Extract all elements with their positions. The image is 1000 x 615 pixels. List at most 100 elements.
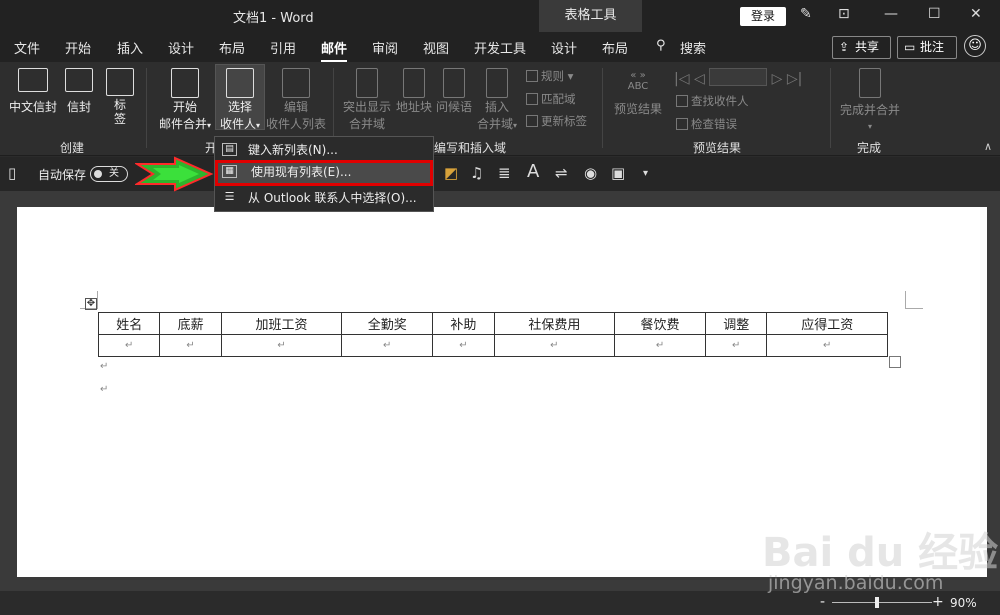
tab-review[interactable]: 审阅	[372, 38, 398, 57]
greeting-line-button[interactable]: 问候语	[434, 68, 474, 115]
tab-mailings[interactable]: 邮件	[321, 38, 348, 63]
table-cell[interactable]: 餐饮费	[614, 312, 707, 335]
menu-item-use-existing-list[interactable]: ▦ 使用现有列表(E)...	[215, 160, 433, 186]
preview-results-button[interactable]: « » ABC 预览结果	[613, 70, 663, 117]
table-tools-context-tab[interactable]: 表格工具	[539, 0, 642, 32]
chevron-down-icon: ▾	[513, 121, 518, 130]
menu-item-choose-outlook-contacts[interactable]: ☰ 从 Outlook 联系人中选择(O)...	[215, 186, 433, 210]
search-icon[interactable]: ⚲	[656, 38, 666, 53]
menu-item-type-new-list[interactable]: ▤ 键入新列表(N)...	[215, 138, 433, 162]
tab-references[interactable]: 引用	[270, 38, 296, 57]
highlight-merge-fields-button[interactable]: 突出显示 合并域	[341, 68, 393, 132]
tab-view[interactable]: 视图	[423, 38, 449, 57]
table-cell[interactable]: ↵	[614, 334, 707, 357]
previous-record-icon[interactable]: ◁	[694, 71, 709, 87]
salary-table[interactable]: 姓名 底薪 加班工资 全勤奖 补助 社保费用 餐饮费 调整 应得工资 ↵ ↵ ↵…	[97, 312, 888, 357]
table-cell[interactable]: 应得工资	[766, 312, 888, 335]
pen-icon[interactable]: ✎	[800, 6, 812, 22]
table-move-handle[interactable]: ✥	[85, 298, 97, 310]
edit-recipient-list-button[interactable]: 编辑 收件人列表	[266, 68, 326, 132]
table-cell[interactable]: 姓名	[97, 312, 161, 335]
group-separator	[146, 68, 147, 148]
table-cell[interactable]: ↵	[432, 334, 495, 357]
customize-toolbar-icon[interactable]: ▾	[643, 168, 648, 179]
table-cell[interactable]: 全勤奖	[341, 312, 434, 335]
select-recipients-button[interactable]: 选择 收件人▾	[215, 68, 265, 132]
tab-design[interactable]: 设计	[168, 38, 194, 57]
align-icon[interactable]: ≣	[498, 164, 511, 182]
tab-table-design[interactable]: 设计	[551, 38, 577, 57]
tab-search[interactable]: 搜索	[680, 38, 706, 57]
share-button[interactable]: ⇪ 共享	[832, 36, 891, 59]
clipboard-icon[interactable]: ▣	[611, 164, 625, 182]
wrap-text-icon[interactable]: ⇌	[555, 164, 568, 182]
table-cell[interactable]: 补助	[432, 312, 495, 335]
comments-button[interactable]: ▭ 批注	[897, 36, 957, 59]
zoom-out-icon[interactable]: -	[820, 594, 825, 610]
autosave-label: 自动保存	[38, 168, 87, 182]
finish-merge-button[interactable]: 完成并合并 ▾	[838, 68, 902, 132]
record-number-input[interactable]	[709, 68, 768, 86]
table-cell[interactable]: ↵	[341, 334, 434, 357]
tab-layout[interactable]: 布局	[219, 38, 245, 57]
group-label-preview: 预览结果	[693, 141, 742, 155]
start-mail-merge-button[interactable]: 开始 邮件合并▾	[157, 68, 213, 132]
match-fields-button[interactable]: 匹配域	[526, 91, 576, 107]
find-recipient-button[interactable]: 查找收件人	[676, 93, 749, 109]
collapse-ribbon-icon[interactable]: ∧	[984, 140, 992, 153]
labels-button[interactable]: 标签	[104, 68, 136, 126]
tab-insert[interactable]: 插入	[117, 38, 143, 57]
insert-merge-field-button[interactable]: 插入 合并域▾	[475, 68, 519, 132]
autosave-toggle[interactable]: 关	[90, 166, 128, 182]
word-window: 文档1 - Word 表格工具 登录 ✎ ⊡ — ☐ ✕ 文件 开始 插入 设计…	[0, 0, 1000, 615]
table-cell[interactable]: ↵	[159, 334, 222, 357]
table-cell[interactable]: 加班工资	[220, 312, 343, 335]
tab-file[interactable]: 文件	[14, 38, 40, 57]
mailings-ribbon: 中文信封 信封 标签 创建 开始 邮件合并▾ 选择 收件人▾ 编辑 收件人列表	[0, 62, 1000, 156]
maximize-icon[interactable]: ☐	[928, 6, 941, 22]
table-header-row: 姓名 底薪 加班工资 全勤奖 补助 社保费用 餐饮费 调整 应得工资	[97, 312, 888, 335]
watermark-url: jingyan.baidu.com	[768, 572, 944, 594]
address-block-button[interactable]: 地址块	[395, 68, 433, 115]
zoom-slider[interactable]	[832, 602, 932, 603]
preview-abc-icon: « » ABC	[627, 70, 649, 92]
circle-icon[interactable]: ◉	[584, 164, 597, 182]
zoom-slider-thumb[interactable]	[875, 597, 879, 608]
smiley-icon[interactable]: ☺	[964, 35, 986, 57]
tab-home[interactable]: 开始	[65, 38, 91, 57]
check-errors-button[interactable]: 检查错误	[676, 116, 737, 132]
paint-icon[interactable]: ◩	[444, 164, 458, 182]
envelope-button[interactable]: 信封	[63, 68, 95, 115]
table-cell[interactable]: 调整	[705, 312, 768, 335]
font-icon[interactable]: A	[527, 161, 539, 182]
rules-button[interactable]: 规则 ▾	[526, 68, 573, 84]
update-labels-button[interactable]: 更新标签	[526, 113, 587, 129]
table-cell[interactable]: ↵	[220, 334, 343, 357]
insert-field-icon	[486, 68, 508, 98]
finish-merge-icon	[859, 68, 881, 98]
close-icon[interactable]: ✕	[970, 6, 982, 22]
table-resize-handle[interactable]	[889, 356, 901, 368]
first-record-icon[interactable]: |◁	[674, 71, 689, 87]
table-cell[interactable]: 底薪	[159, 312, 222, 335]
table-cell[interactable]: ↵	[705, 334, 768, 357]
ribbon-display-icon[interactable]: ⊡	[838, 6, 850, 22]
zoom-in-icon[interactable]: +	[932, 594, 944, 610]
recipients-list-icon	[226, 68, 254, 98]
zoom-level[interactable]: 90%	[950, 596, 977, 610]
document-icon[interactable]: ▯	[8, 164, 16, 182]
voice-icon[interactable]: ♫	[470, 164, 483, 182]
next-record-icon[interactable]: ▷	[772, 71, 787, 87]
login-button[interactable]: 登录	[740, 7, 786, 26]
tab-table-layout[interactable]: 布局	[602, 38, 628, 57]
last-record-icon[interactable]: ▷|	[787, 71, 802, 87]
chinese-envelope-button[interactable]: 中文信封	[9, 68, 57, 115]
tab-developer[interactable]: 开发工具	[474, 38, 526, 57]
minimize-icon[interactable]: —	[884, 6, 898, 22]
mail-merge-icon	[171, 68, 199, 98]
contacts-icon: ☰	[224, 190, 235, 203]
table-cell[interactable]: ↵	[766, 334, 888, 357]
table-cell[interactable]: 社保费用	[493, 312, 616, 335]
table-cell[interactable]: ↵	[97, 334, 161, 357]
table-cell[interactable]: ↵	[493, 334, 616, 357]
